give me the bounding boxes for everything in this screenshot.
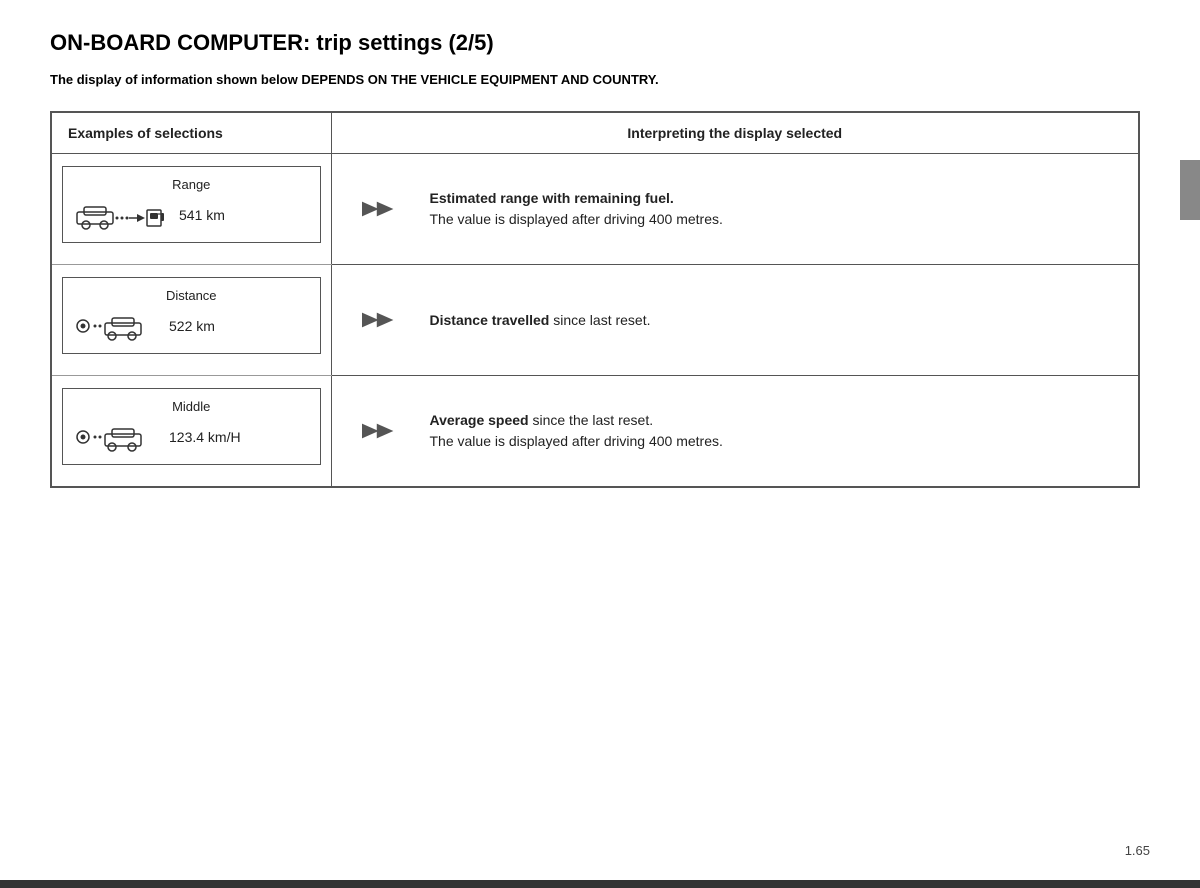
middle-label: Middle [75, 399, 308, 414]
subtitle: The display of information shown below D… [50, 72, 1150, 87]
header-right: Interpreting the display selected [331, 112, 1139, 154]
range-description: Estimated range with remaining fuel. The… [430, 188, 723, 230]
distance-label: Distance [75, 288, 308, 303]
range-label: Range [75, 177, 308, 192]
range-car-icon [75, 200, 165, 230]
distance-display-box: Distance [62, 277, 321, 354]
table-row: Range [51, 154, 1139, 265]
double-arrow-icon-1 [362, 193, 410, 225]
double-arrow-icon-2 [362, 304, 410, 336]
middle-description: Average speed since the last reset. The … [430, 410, 723, 452]
table-row: Middle [51, 376, 1139, 488]
distance-car-icon [75, 311, 155, 341]
middle-car-icon [75, 422, 155, 452]
distance-value: 522 km [169, 318, 215, 334]
distance-description-cell: Distance travelled since last reset. [331, 265, 1139, 376]
range-value: 541 km [179, 207, 225, 223]
page-title: ON-BOARD COMPUTER: trip settings (2/5) [50, 30, 1150, 56]
bottom-bar [0, 880, 1200, 888]
middle-value: 123.4 km/H [169, 429, 241, 445]
middle-display-box: Middle [62, 388, 321, 465]
middle-description-cell: Average speed since the last reset. The … [331, 376, 1139, 488]
main-table: Examples of selections Interpreting the … [50, 111, 1140, 488]
table-row: Distance [51, 265, 1139, 376]
range-description-cell: Estimated range with remaining fuel. The… [331, 154, 1139, 265]
right-tab [1180, 160, 1200, 220]
double-arrow-icon-3 [362, 415, 410, 447]
page-number: 1.65 [1125, 843, 1150, 858]
distance-description: Distance travelled since last reset. [430, 310, 651, 331]
range-display-box: Range [62, 166, 321, 243]
header-left: Examples of selections [51, 112, 331, 154]
